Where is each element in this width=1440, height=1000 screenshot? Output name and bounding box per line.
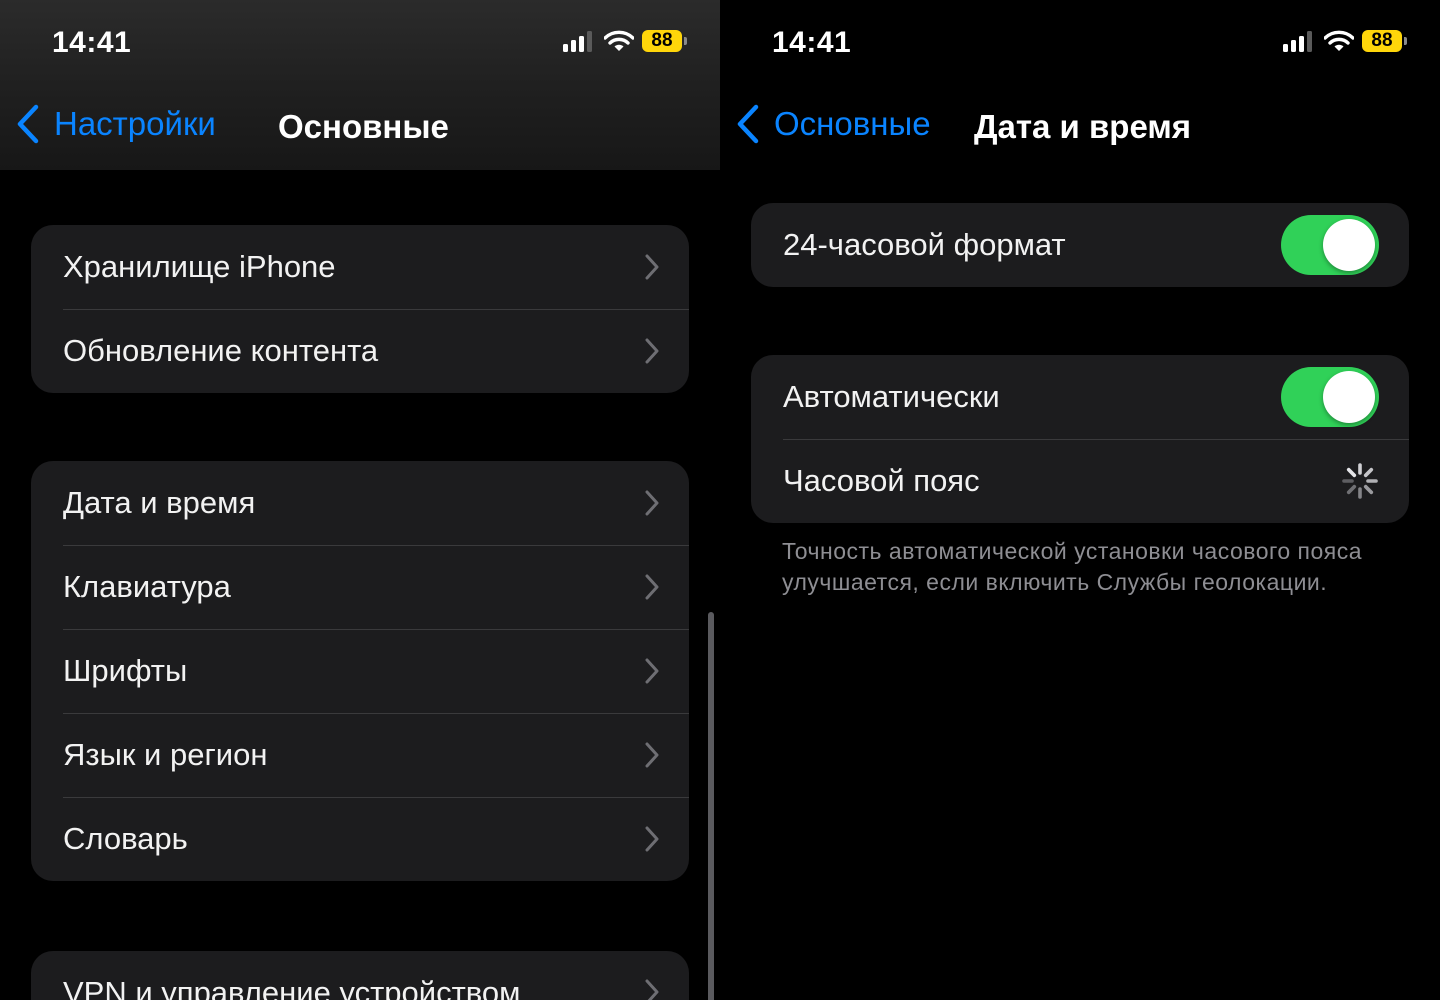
list-item-label: Автоматически bbox=[783, 379, 1000, 414]
toggle-knob bbox=[1323, 219, 1375, 271]
general-settings-screen: 14:41 88 Настройки Основные Хранилище iP… bbox=[0, 0, 720, 1000]
list-item-language-region[interactable]: Язык и регион bbox=[31, 713, 689, 797]
list-item-label: 24-часовой формат bbox=[783, 227, 1066, 262]
list-item-label: Словарь bbox=[63, 821, 188, 856]
back-button[interactable]: Настройки bbox=[16, 104, 216, 144]
cellular-signal-icon bbox=[563, 30, 592, 52]
wifi-icon bbox=[1324, 30, 1354, 51]
chevron-right-icon bbox=[645, 574, 659, 600]
chevron-right-icon bbox=[645, 658, 659, 684]
back-button[interactable]: Основные bbox=[736, 104, 931, 144]
list-item-label: VPN и управление устройством bbox=[63, 975, 521, 1000]
status-time: 14:41 bbox=[772, 26, 852, 59]
list-item-keyboard[interactable]: Клавиатура bbox=[31, 545, 689, 629]
list-item-label: Обновление контента bbox=[63, 333, 379, 368]
battery-icon: 88 bbox=[1362, 30, 1407, 52]
back-button-label: Настройки bbox=[54, 105, 216, 142]
list-item-label: Клавиатура bbox=[63, 569, 231, 604]
chevron-right-icon bbox=[645, 254, 659, 280]
page-title: Дата и время bbox=[974, 108, 1192, 145]
list-item-date-time[interactable]: Дата и время bbox=[31, 461, 689, 545]
chevron-left-icon bbox=[737, 104, 759, 144]
list-item-vpn-device-management[interactable]: VPN и управление устройством bbox=[31, 951, 689, 1000]
settings-group-locale: Дата и время Клавиатура Шрифты Язык и ре… bbox=[31, 461, 689, 881]
chevron-right-icon bbox=[645, 826, 659, 852]
list-item-label: Часовой пояс bbox=[783, 463, 980, 498]
status-time: 14:41 bbox=[52, 26, 132, 59]
list-item-fonts[interactable]: Шрифты bbox=[31, 629, 689, 713]
list-item-label: Язык и регион bbox=[63, 737, 268, 772]
scrollbar[interactable] bbox=[708, 612, 714, 1000]
loading-spinner-icon bbox=[1342, 463, 1378, 499]
list-item-24h-format: 24-часовой формат bbox=[751, 203, 1409, 287]
list-item-label: Дата и время bbox=[63, 485, 256, 520]
chevron-right-icon bbox=[645, 490, 659, 516]
list-item-time-zone[interactable]: Часовой пояс bbox=[751, 439, 1409, 523]
list-item-label: Хранилище iPhone bbox=[63, 249, 336, 284]
status-indicators: 88 bbox=[563, 30, 687, 52]
time-zone-footnote: Точность автоматической установки часово… bbox=[782, 538, 1363, 595]
status-indicators: 88 bbox=[1283, 30, 1407, 52]
list-item-automatic: Автоматически bbox=[751, 355, 1409, 439]
settings-group-auto-time: Автоматически Часовой пояс bbox=[751, 355, 1409, 523]
chevron-right-icon bbox=[645, 742, 659, 768]
chevron-right-icon bbox=[645, 979, 659, 1000]
battery-icon: 88 bbox=[642, 30, 687, 52]
list-item-label: Шрифты bbox=[63, 653, 188, 688]
settings-group-storage: Хранилище iPhone Обновление контента bbox=[31, 225, 689, 393]
back-button-label: Основные bbox=[774, 105, 931, 142]
toggle-knob bbox=[1323, 371, 1375, 423]
page-title: Основные bbox=[278, 108, 449, 145]
settings-group-vpn: VPN и управление устройством bbox=[31, 951, 689, 1000]
list-item-dictionary[interactable]: Словарь bbox=[31, 797, 689, 881]
chevron-left-icon bbox=[17, 104, 39, 144]
wifi-icon bbox=[604, 30, 634, 51]
chevron-right-icon bbox=[645, 338, 659, 364]
24h-format-toggle[interactable] bbox=[1281, 215, 1379, 275]
settings-group-format: 24-часовой формат bbox=[751, 203, 1409, 287]
list-item-iphone-storage[interactable]: Хранилище iPhone bbox=[31, 225, 689, 309]
list-item-background-refresh[interactable]: Обновление контента bbox=[31, 309, 689, 393]
automatic-toggle[interactable] bbox=[1281, 367, 1379, 427]
date-time-screen: 14:41 88 Основные Дата и время 24-часово… bbox=[720, 0, 1440, 1000]
cellular-signal-icon bbox=[1283, 30, 1312, 52]
